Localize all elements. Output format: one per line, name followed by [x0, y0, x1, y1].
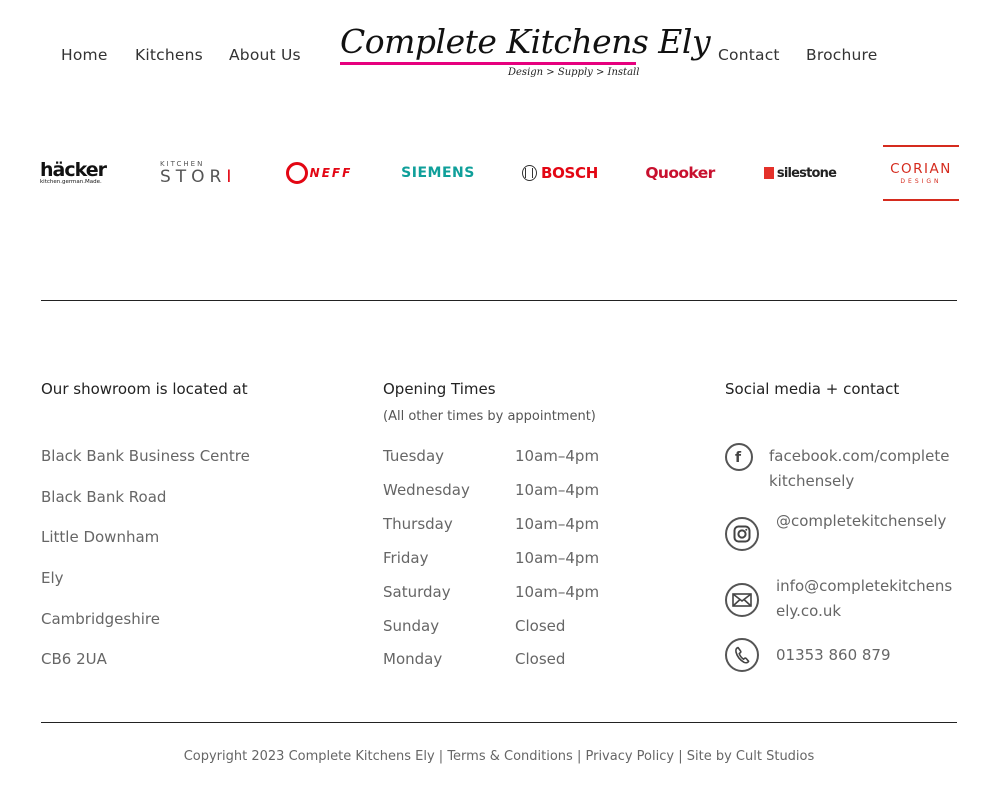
nav-brochure[interactable]: Brochure: [806, 46, 878, 64]
hours-time: Closed: [515, 650, 566, 668]
site-credit-link[interactable]: Site by Cult Studios: [687, 749, 815, 764]
nav-contact[interactable]: Contact: [718, 46, 780, 64]
hours-day: Tuesday: [383, 447, 445, 465]
brand-logo-hacker[interactable]: häcker kitchen.german.Made.: [40, 145, 116, 201]
stori-logo-big: STORI: [160, 168, 236, 186]
nav-home[interactable]: Home: [61, 46, 108, 64]
logo-underline: [340, 62, 636, 65]
corian-logo-name: CORIAN: [890, 160, 952, 177]
brand-logo-silestone[interactable]: silestone: [762, 145, 838, 201]
address-line: Black Bank Road: [41, 488, 167, 506]
logo-tagline: Design > Supply > Install: [508, 67, 640, 78]
neff-circle-icon: [285, 162, 308, 184]
address-line: Cambridgeshire: [41, 610, 160, 628]
brand-logo-bosch[interactable]: BOSCH: [522, 145, 598, 201]
quooker-logo-text: Quooker: [645, 164, 715, 182]
facebook-icon[interactable]: f: [725, 443, 753, 471]
opening-times-title: Opening Times: [383, 380, 496, 398]
brand-logo-corian[interactable]: CORIAN DESIGN: [883, 145, 959, 201]
stori-logo-main: STOR: [160, 167, 227, 187]
hours-time: 10am–4pm: [515, 447, 600, 465]
hours-time: 10am–4pm: [515, 549, 600, 567]
brand-logo-stori[interactable]: KITCHEN STORI: [160, 145, 236, 201]
email-icon[interactable]: [725, 583, 759, 617]
hours-time: 10am–4pm: [515, 583, 600, 601]
email-link[interactable]: info@completekitchensely.co.uk: [776, 574, 956, 624]
silestone-square-icon: [763, 167, 774, 179]
copyright-text: Copyright 2023 Complete Kitchens Ely: [183, 749, 435, 764]
svg-text:f: f: [735, 450, 742, 465]
phone-icon[interactable]: [725, 638, 759, 672]
separator: |: [438, 749, 444, 764]
hours-day: Wednesday: [383, 481, 470, 499]
neff-logo-text: NEFF: [309, 166, 353, 180]
hacker-logo-sub: kitchen.german.Made.: [40, 178, 102, 185]
terms-link[interactable]: Terms & Conditions: [447, 749, 573, 764]
address-line: Ely: [41, 569, 64, 587]
brand-logo-quooker[interactable]: Quooker: [642, 145, 718, 201]
brand-logo-neff[interactable]: NEFF: [282, 145, 356, 201]
showroom-title: Our showroom is located at: [41, 380, 248, 398]
hours-day: Sunday: [383, 617, 440, 635]
siemens-logo-text: SIEMENS: [401, 165, 475, 181]
instagram-icon[interactable]: [725, 517, 759, 551]
social-contact-title: Social media + contact: [725, 380, 900, 398]
divider-top: [41, 300, 957, 301]
hours-time: Closed: [515, 617, 566, 635]
instagram-link[interactable]: @completekitchensely: [776, 509, 956, 534]
address-line: Black Bank Business Centre: [41, 447, 250, 465]
opening-times-subtitle: (All other times by appointment): [383, 409, 596, 424]
separator: |: [576, 749, 582, 764]
brand-logos-strip: häcker kitchen.german.Made. KITCHEN STOR…: [40, 145, 959, 201]
privacy-link[interactable]: Privacy Policy: [585, 749, 674, 764]
address-line: CB6 2UA: [41, 650, 107, 668]
hours-day: Thursday: [383, 515, 453, 533]
stori-logo-accent: I: [226, 167, 237, 187]
brand-logo-siemens[interactable]: SIEMENS: [400, 145, 476, 201]
copyright-bar: Copyright 2023 Complete Kitchens Ely | T…: [0, 749, 998, 764]
address-line: Little Downham: [41, 528, 160, 546]
hours-day: Monday: [383, 650, 443, 668]
hours-day: Saturday: [383, 583, 451, 601]
corian-logo-sub: DESIGN: [900, 177, 942, 185]
hours-time: 10am–4pm: [515, 481, 600, 499]
bosch-logo-text: BOSCH: [540, 164, 598, 182]
nav-about-us[interactable]: About Us: [229, 46, 301, 64]
site-logo[interactable]: Complete Kitchens Ely Design > Supply > …: [338, 22, 711, 86]
facebook-link[interactable]: facebook.com/completekitchensely: [769, 444, 957, 494]
hacker-logo-name: häcker: [40, 158, 107, 181]
separator: |: [678, 749, 683, 764]
nav-kitchens[interactable]: Kitchens: [135, 46, 203, 64]
logo-title: Complete Kitchens Ely: [340, 22, 711, 61]
hours-time: 10am–4pm: [515, 515, 600, 533]
hours-day: Friday: [383, 549, 429, 567]
phone-link[interactable]: 01353 860 879: [776, 643, 956, 668]
divider-bottom: [41, 722, 957, 723]
silestone-logo-text: silestone: [776, 165, 837, 181]
bosch-armature-icon: [522, 165, 537, 181]
